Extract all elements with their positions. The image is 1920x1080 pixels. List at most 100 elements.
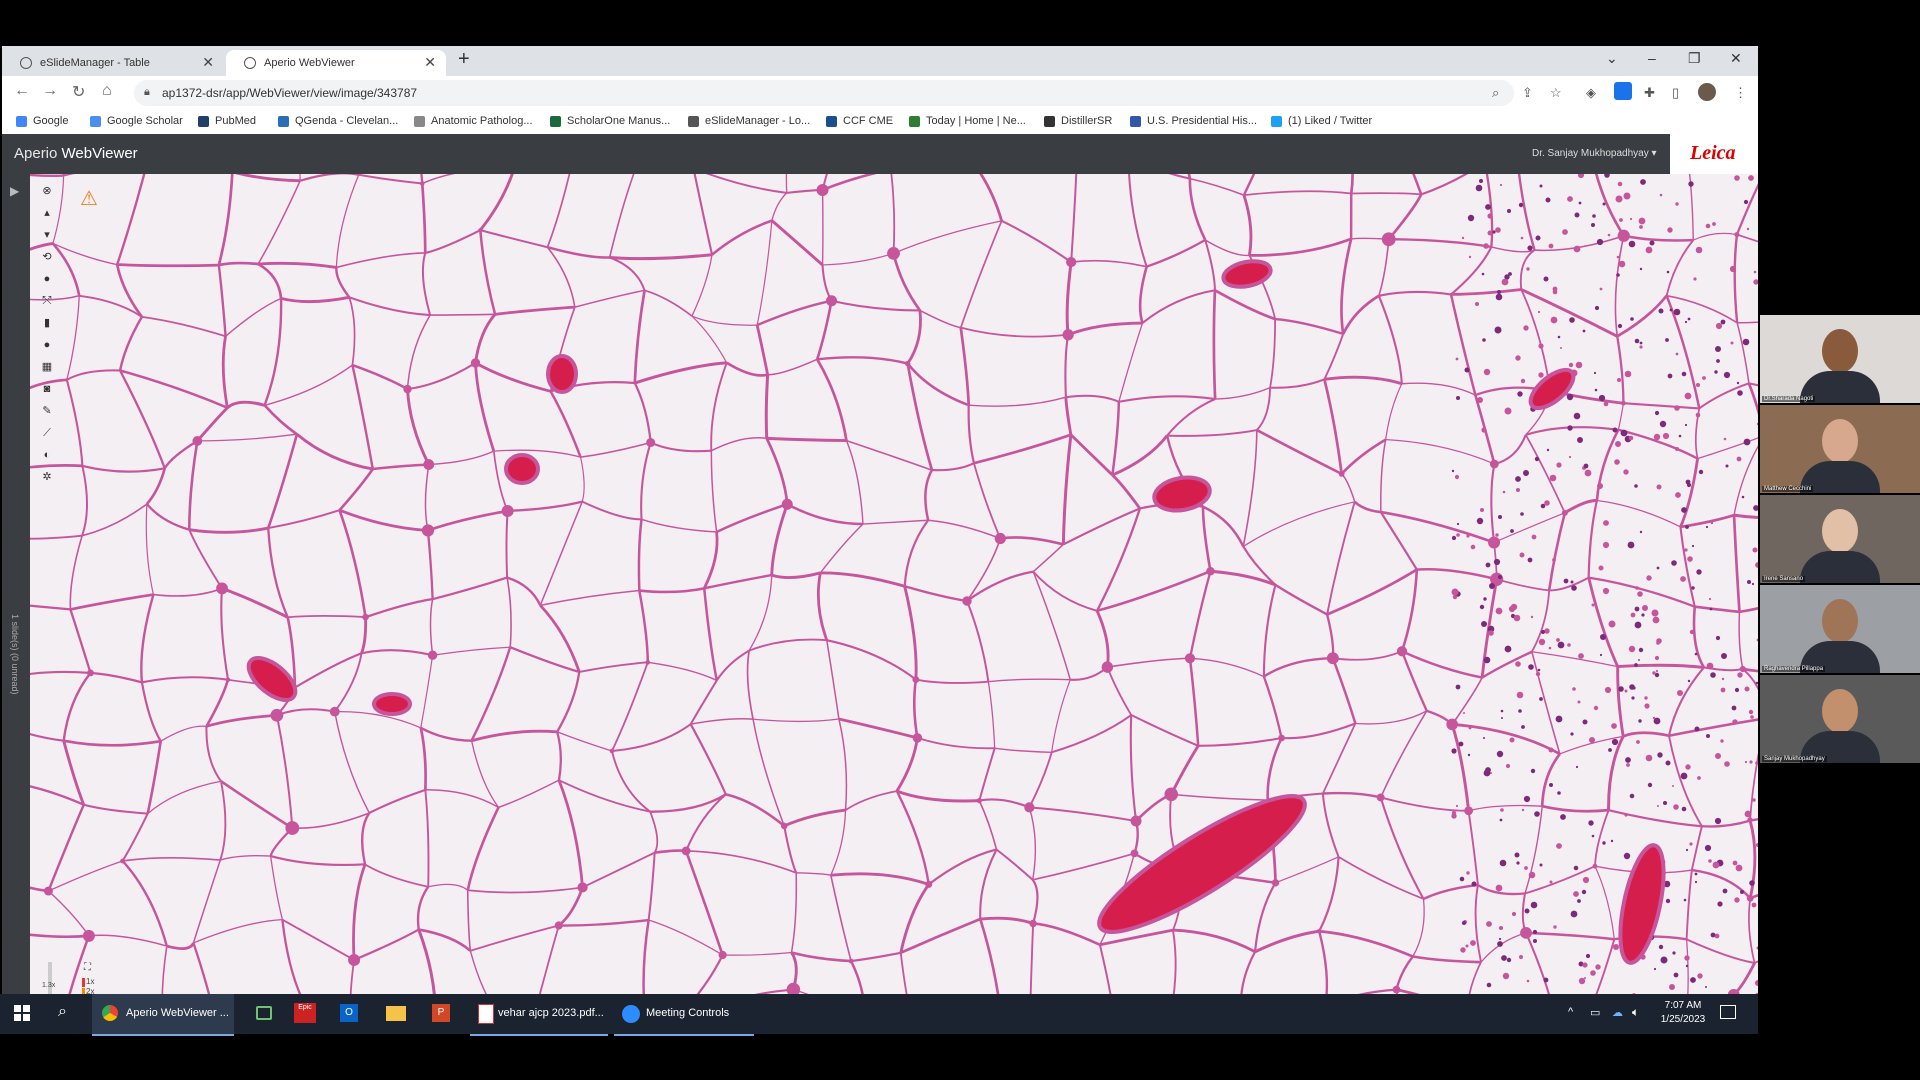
fit-icon[interactable]: ⛶ <box>84 962 91 973</box>
back-icon[interactable]: ← <box>14 82 30 100</box>
participant-tile[interactable]: Irene Sansano <box>1760 495 1920 583</box>
bookmark-item[interactable]: QGenda - Clevelan... <box>278 115 398 127</box>
participant-tile[interactable]: Dr.Sharada Nagoti <box>1760 315 1920 403</box>
participant-tile[interactable]: Matthew Cecchini <box>1760 405 1920 493</box>
folder-icon[interactable] <box>386 1006 406 1021</box>
bookmark-item[interactable]: Google Scholar <box>90 115 183 127</box>
participant-video <box>1822 419 1858 463</box>
close-circle-icon[interactable]: ⊗ <box>40 184 54 198</box>
tab-label: Aperio WebViewer <box>264 57 355 69</box>
taskbar-label: vehar ajcp 2023.pdf... <box>498 1007 604 1019</box>
close-icon[interactable]: ✕ <box>202 54 214 71</box>
clock[interactable]: 7:07 AM 1/25/2023 <box>1658 1000 1708 1025</box>
taskbar-item-meeting[interactable]: Meeting Controls <box>614 994 754 1036</box>
bookmark-item[interactable]: Google <box>16 115 68 127</box>
bookmark-item[interactable]: (1) Liked / Twitter <box>1271 115 1372 127</box>
participant-tile[interactable]: Raghavendra Pillappa <box>1760 585 1920 673</box>
expand-tray-icon[interactable]: ▶ <box>10 184 19 198</box>
sidepanel-icon[interactable]: ▯ <box>1672 85 1679 101</box>
search-icon[interactable]: ⌕ <box>58 1003 67 1021</box>
volume-icon[interactable]: 🔈︎ <box>1632 1005 1639 1020</box>
avatar[interactable] <box>1698 83 1716 101</box>
branch-icon[interactable]: ⤲ <box>40 294 54 308</box>
bookmark-item[interactable]: eSlideManager - Lo... <box>688 115 810 127</box>
blood-vessel <box>372 692 412 716</box>
grid-icon[interactable]: ▦ <box>40 360 54 374</box>
app-icon[interactable] <box>256 1006 272 1020</box>
powerpoint-icon[interactable]: P <box>432 1004 450 1022</box>
new-tab-button[interactable]: + <box>458 48 470 71</box>
warning-icon[interactable]: ⚠ <box>80 186 98 211</box>
document-icon[interactable]: ▮ <box>40 316 54 330</box>
tab-eslidemanager[interactable]: eSlideManager - Table ✕ <box>2 50 224 76</box>
settings-icon[interactable]: ✲ <box>40 470 54 484</box>
bookmark-item[interactable]: CCF CME <box>826 115 893 127</box>
zoom-current: 1.3x <box>42 982 56 989</box>
zoom-level-button[interactable]: 1x <box>86 977 94 986</box>
slide-viewer[interactable]: ▶ 1 slide(s) (0 unread) ⊗ ▴ ▾ ⟲ ● ⤲ ▮ ● … <box>2 174 1758 1034</box>
histology-slide-image[interactable] <box>2 174 1758 1034</box>
share-icon[interactable]: ⇪ <box>1522 85 1533 101</box>
screen: eSlideManager - Table ✕ Aperio WebViewer… <box>0 0 1920 1080</box>
restore-button[interactable]: ❐ <box>1688 50 1701 67</box>
clock-date: 1/25/2023 <box>1660 1014 1706 1025</box>
app-title-bold: WebViewer <box>61 145 138 162</box>
lock-icon: 🔒︎ <box>144 86 150 98</box>
taskbar-item-pdf[interactable]: vehar ajcp 2023.pdf... <box>470 994 608 1036</box>
bookmark-item[interactable]: ScholarOne Manus... <box>550 115 670 127</box>
onedrive-icon[interactable]: ☁ <box>1612 1006 1623 1019</box>
app-title-light: Aperio <box>14 145 58 162</box>
pen-icon[interactable]: ✎ <box>40 404 54 418</box>
minimize-button[interactable]: – <box>1648 50 1656 66</box>
close-window-button[interactable]: ✕ <box>1730 50 1742 67</box>
slide-counter: 1 slide(s) (0 unread) <box>10 614 20 695</box>
bookmark-label: eSlideManager - Lo... <box>705 115 811 127</box>
puzzle-icon[interactable]: ✚ <box>1644 85 1655 101</box>
bookmark-favicon-icon <box>688 115 699 127</box>
participant-name: Raghavendra Pillappa <box>1762 666 1826 672</box>
bookmark-label: DistillerSR <box>1061 115 1113 127</box>
globe-icon <box>20 57 32 69</box>
bookmark-item[interactable]: U.S. Presidential His... <box>1130 115 1257 127</box>
star-icon[interactable]: ☆ <box>1550 85 1562 101</box>
pin-icon[interactable]: ● <box>40 272 54 286</box>
home-icon[interactable]: ⌂ <box>102 82 112 100</box>
comment-icon[interactable]: ● <box>40 338 54 352</box>
bookmark-favicon-icon <box>414 115 425 127</box>
arrow-down-icon[interactable]: ▾ <box>40 228 54 242</box>
camera-icon[interactable]: ◙ <box>40 382 54 396</box>
tab-aperio-webviewer[interactable]: Aperio WebViewer ✕ <box>226 50 446 76</box>
notifications-icon[interactable] <box>1720 1005 1736 1019</box>
menu-icon[interactable]: ⋮ <box>1734 85 1747 101</box>
tray-chevron-icon[interactable]: ^ <box>1568 1006 1573 1018</box>
zoom-icon[interactable]: ⌕ <box>1492 85 1499 101</box>
bookmark-item[interactable]: Anatomic Patholog... <box>414 115 533 127</box>
bookmark-favicon-icon <box>278 115 289 127</box>
extension-icon[interactable]: ◈ <box>1586 85 1596 101</box>
outlook-icon[interactable]: O <box>340 1004 358 1022</box>
sync-icon[interactable]: ⟲ <box>40 250 54 264</box>
taskbar-item-chrome[interactable]: Aperio WebViewer ... <box>92 994 234 1036</box>
clock-time: 7:07 AM <box>1664 1000 1702 1011</box>
url-text[interactable]: ap1372-dsr/app/WebViewer/view/image/3437… <box>162 86 417 100</box>
tab-search-icon[interactable]: ⌄ <box>1606 50 1618 67</box>
epic-icon[interactable]: Epic <box>294 1003 316 1023</box>
close-icon[interactable]: ✕ <box>424 54 436 71</box>
user-menu[interactable]: Dr. Sanjay Mukhopadhyay ▾ <box>1532 148 1657 159</box>
bookmark-item[interactable]: DistillerSR <box>1044 115 1112 127</box>
taskbar-label: Meeting Controls <box>646 1007 730 1019</box>
ruler-icon[interactable]: ⟋ <box>40 426 54 440</box>
forward-icon[interactable]: → <box>42 82 58 100</box>
bookmark-item[interactable]: Today | Home | Ne... <box>909 115 1026 127</box>
windows-start-icon[interactable] <box>14 1005 30 1021</box>
participant-tile[interactable]: Sanjay Mukhopadhyay <box>1760 675 1920 763</box>
bookmark-item[interactable]: PubMed <box>198 115 256 127</box>
extension-new-icon[interactable] <box>1614 82 1632 100</box>
contrast-icon[interactable]: ◐ <box>40 448 54 462</box>
reload-icon[interactable]: ↻ <box>72 82 85 102</box>
arrow-up-icon[interactable]: ▴ <box>40 206 54 220</box>
network-icon[interactable]: ▭ <box>1590 1006 1600 1019</box>
zoom-icon <box>622 1005 640 1023</box>
bookmark-favicon-icon <box>1271 115 1282 127</box>
url-bar[interactable]: 🔒︎ ap1372-dsr/app/WebViewer/view/image/3… <box>134 80 1514 106</box>
